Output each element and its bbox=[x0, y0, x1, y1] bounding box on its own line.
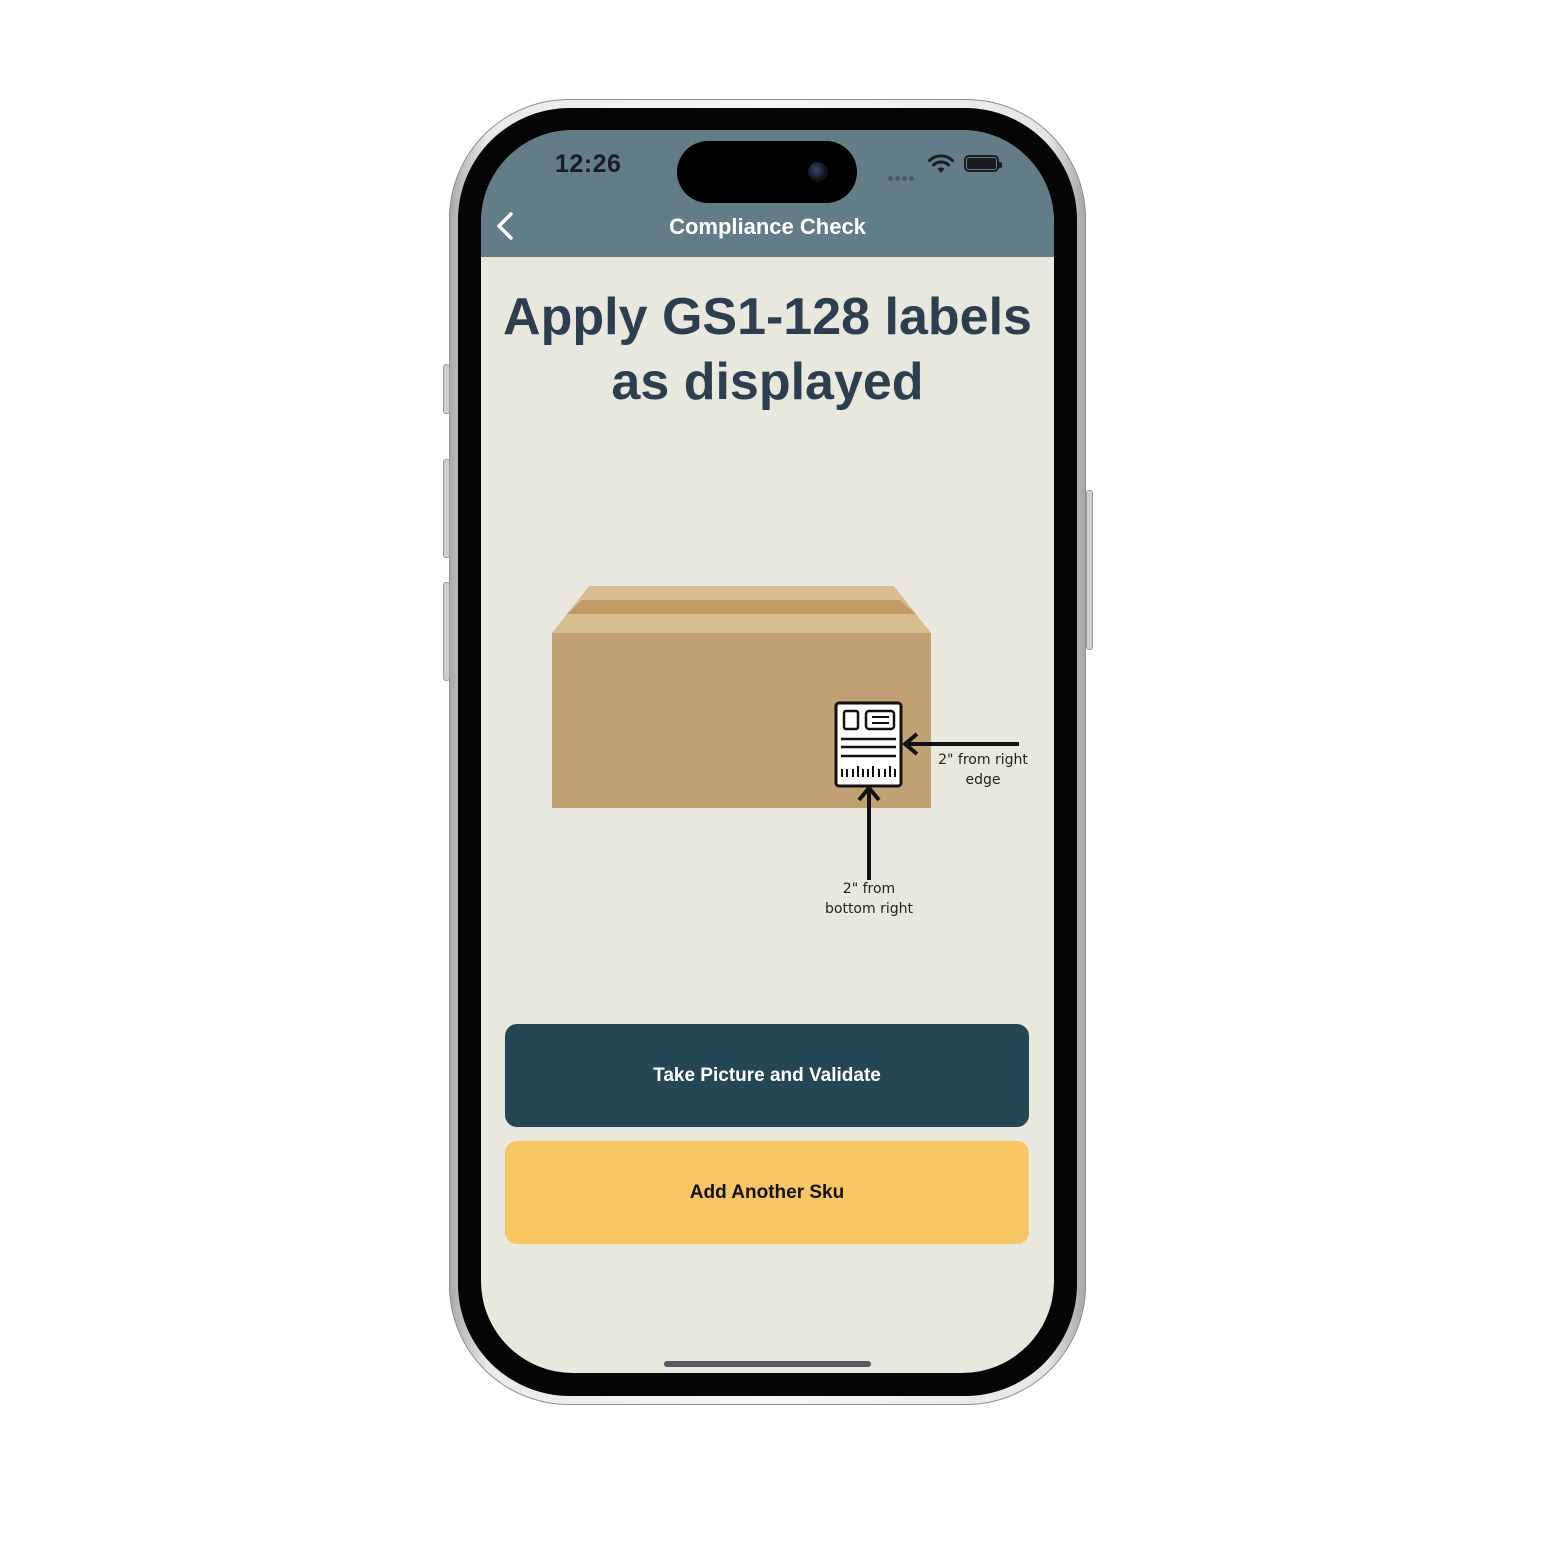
wifi-icon bbox=[928, 154, 954, 173]
page-title: Compliance Check bbox=[669, 214, 866, 239]
right-edge-note-line2: edge bbox=[966, 772, 1001, 788]
volume-down-button bbox=[443, 582, 450, 681]
power-button bbox=[1086, 490, 1093, 650]
right-edge-note-line1: 2" from right bbox=[938, 752, 1028, 768]
camera-icon bbox=[808, 162, 828, 182]
take-picture-validate-button[interactable]: Take Picture and Validate bbox=[505, 1024, 1029, 1127]
status-time: 12:26 bbox=[555, 150, 622, 178]
box-tape bbox=[567, 600, 916, 614]
shipping-label-icon bbox=[834, 701, 903, 788]
home-indicator[interactable] bbox=[664, 1361, 871, 1367]
bottom-note-line1: 2" from bbox=[843, 881, 895, 897]
dynamic-island bbox=[677, 141, 857, 203]
battery-icon bbox=[964, 155, 1002, 172]
volume-up-button bbox=[443, 459, 450, 558]
silent-switch bbox=[443, 364, 450, 414]
app-header: 12:26 Compliance Check bbox=[481, 130, 1054, 257]
add-another-sku-button[interactable]: Add Another Sku bbox=[505, 1141, 1029, 1244]
instruction-heading: Apply GS1-128 labels as displayed bbox=[503, 288, 1032, 411]
cellular-signal-icon bbox=[888, 168, 918, 181]
bottom-note-line2: bottom right bbox=[825, 901, 913, 917]
app-screen: 12:26 Compliance Check Apply GS1-128 lab… bbox=[481, 130, 1054, 1373]
label-placement-illustration: 2" from right edge 2" from bottom right bbox=[552, 586, 1028, 917]
